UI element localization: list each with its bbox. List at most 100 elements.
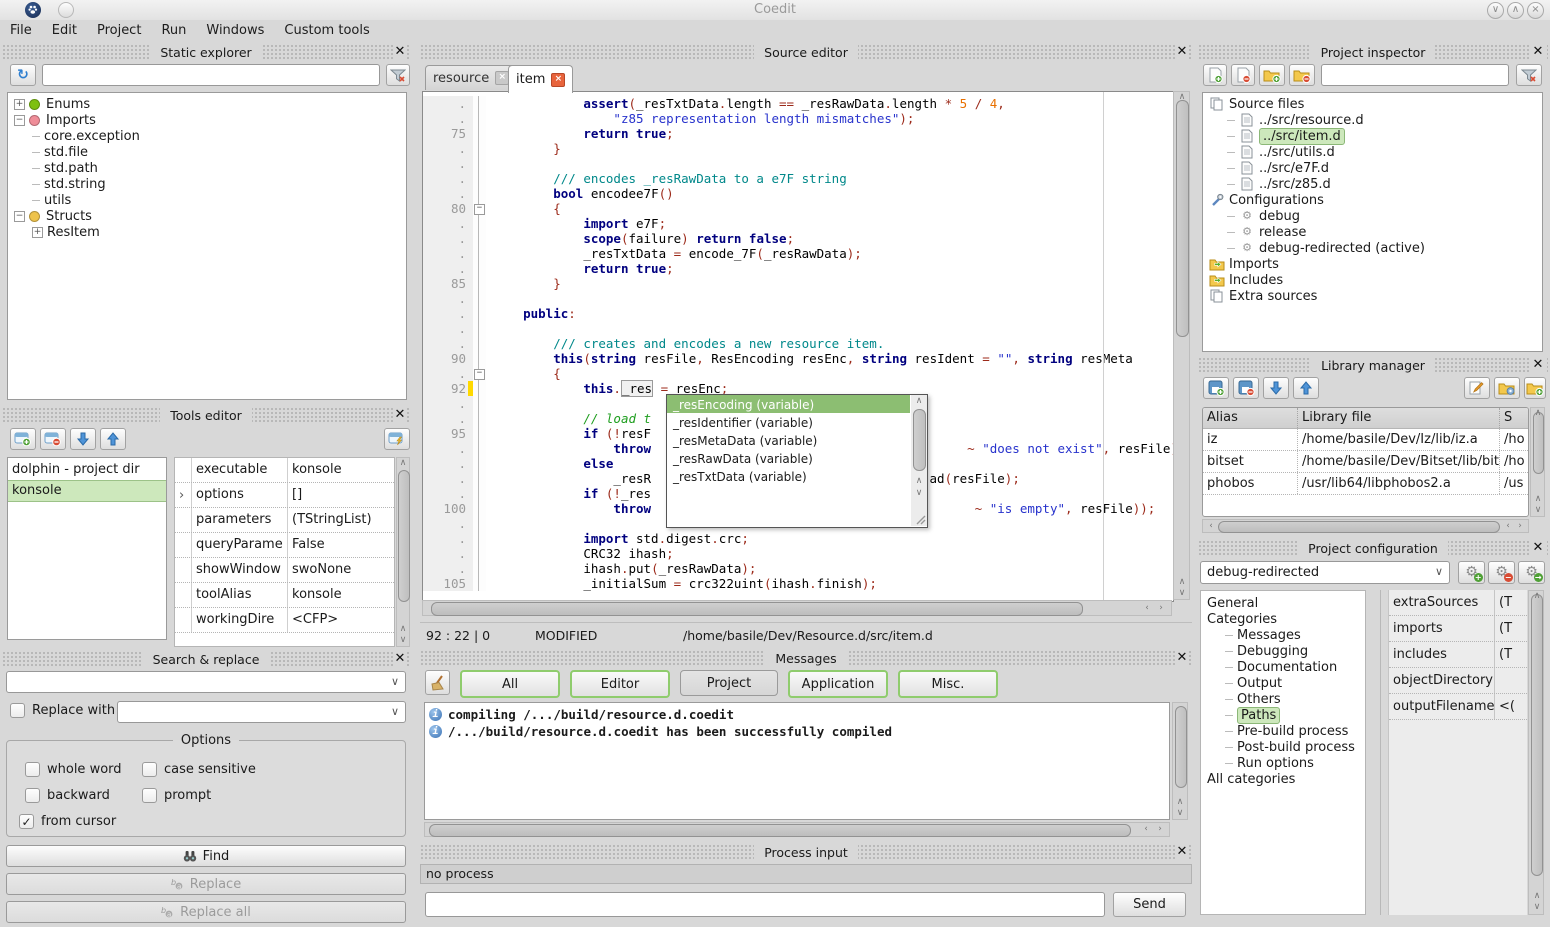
completion-item[interactable]: _resRawData (variable) (667, 449, 910, 467)
symbol-tree-item[interactable]: core.exception (8, 128, 406, 144)
property-value[interactable] (1495, 668, 1527, 693)
splitter[interactable] (1380, 590, 1381, 915)
scroll-right-icon[interactable]: › (1514, 522, 1526, 531)
config-property-row[interactable]: imports(T (1389, 616, 1527, 642)
replace-button[interactable]: ba Replace (6, 873, 406, 895)
symbol-filter-input[interactable] (42, 64, 380, 86)
fold-margin[interactable] (473, 261, 486, 276)
clone-configuration-button[interactable]: ⚙→ (1518, 561, 1545, 584)
code-line[interactable]: . _resTxtData = encode_7F(_resRawData); (423, 246, 1173, 261)
property-value[interactable]: <CFP> (288, 608, 394, 632)
filter-misc[interactable]: Misc. (898, 670, 998, 698)
project-tree-item[interactable]: ⚙release (1203, 224, 1542, 240)
tool-property-row[interactable]: workingDire<CFP> (175, 608, 394, 633)
message-row[interactable]: icompiling /.../build/resource.d.coedit (429, 706, 1169, 723)
editor-vscrollbar[interactable]: ∧ ∧ ∨ (1173, 91, 1190, 600)
scrollbar-thumb[interactable] (431, 602, 1083, 616)
config-property-row[interactable]: objectDirectory (1389, 668, 1527, 694)
library-vscrollbar[interactable]: ∧ ∧ ∨ (1530, 407, 1545, 517)
fold-margin[interactable] (473, 306, 486, 321)
replace-combo[interactable]: ∨ (117, 701, 406, 723)
backward-checkbox[interactable] (25, 788, 40, 803)
property-value[interactable]: konsole (288, 458, 394, 482)
fold-margin[interactable] (473, 471, 486, 486)
fold-margin[interactable] (473, 276, 486, 291)
code-line[interactable]: . import e7F; (423, 216, 1173, 231)
clear-filter-button[interactable] (386, 64, 410, 86)
category-item[interactable]: Pre-build process (1201, 723, 1365, 739)
add-library-folder-button[interactable] (1524, 377, 1546, 399)
chevron-down-icon[interactable]: ∨ (1435, 565, 1443, 578)
from-cursor-checkbox[interactable]: ✓ (19, 814, 34, 829)
scrollbar-thumb[interactable] (1175, 706, 1187, 788)
completion-item[interactable]: _resTxtData (variable) (667, 467, 910, 485)
project-tree-item[interactable]: ../src/item.d (1203, 128, 1542, 144)
replace-with-toggle[interactable]: Replace with (10, 703, 115, 718)
column-header[interactable]: Library file (1298, 408, 1500, 428)
scroll-down-icon[interactable]: ∨ (1532, 506, 1544, 515)
scroll-down-icon[interactable]: ∨ (1174, 809, 1186, 818)
completion-item[interactable]: _resMetaData (variable) (667, 431, 910, 449)
close-panel-icon[interactable]: ✕ (393, 407, 407, 423)
tab-item[interactable]: item × (508, 65, 573, 93)
remove-source-button[interactable] (1231, 64, 1255, 86)
code-line[interactable]: 90 this(string resFile, ResEncoding resE… (423, 351, 1173, 366)
code-line[interactable]: . return true; (423, 261, 1173, 276)
column-header[interactable]: S (1500, 408, 1529, 428)
fold-margin[interactable] (473, 576, 486, 591)
scroll-left-icon[interactable]: ‹ (1502, 522, 1514, 531)
code-line[interactable]: . scope(failure) return false; (423, 231, 1173, 246)
property-value[interactable]: (T (1495, 616, 1527, 641)
scroll-right-icon[interactable]: › (1155, 604, 1167, 613)
code-line[interactable]: . (423, 156, 1173, 171)
close-panel-icon[interactable]: ✕ (393, 44, 407, 60)
search-input[interactable] (6, 671, 406, 693)
code-line[interactable]: . /// encodes _resRawData to a e7F strin… (423, 171, 1173, 186)
fold-collapse-icon[interactable]: − (474, 204, 485, 215)
property-value[interactable]: (T (1495, 590, 1527, 615)
fold-margin[interactable] (473, 381, 486, 396)
category-item[interactable]: Debugging (1201, 643, 1365, 659)
code-line[interactable]: .− { (423, 366, 1173, 381)
close-panel-icon[interactable]: ✕ (393, 651, 407, 667)
library-row[interactable]: phobos/usr/lib64/libphobos2.a/us (1203, 473, 1528, 495)
tool-property-row[interactable]: showWindowswoNone (175, 558, 394, 583)
fold-margin[interactable] (473, 561, 486, 576)
scroll-up-icon[interactable]: ∧ (397, 459, 409, 468)
property-value[interactable]: <( (1495, 694, 1527, 719)
case-sensitive-checkbox[interactable] (142, 762, 157, 777)
property-value[interactable]: (TStringList) (288, 508, 394, 532)
code-line[interactable]: . /// creates and encodes a new resource… (423, 336, 1173, 351)
filter-all[interactable]: All (460, 670, 560, 698)
category-item[interactable]: Post-build process (1201, 739, 1365, 755)
remove-folder-button[interactable] (1289, 64, 1315, 86)
fold-margin[interactable] (473, 456, 486, 471)
fold-margin[interactable] (473, 126, 486, 141)
completion-item[interactable]: _resIdentifier (variable) (667, 413, 910, 431)
code-line[interactable]: 75 return true; (423, 126, 1173, 141)
fold-margin[interactable] (473, 186, 486, 201)
scrollbar-thumb[interactable] (1533, 412, 1544, 474)
option-from-cursor[interactable]: ✓from cursor (19, 814, 116, 829)
fold-margin[interactable] (473, 411, 486, 426)
add-folder-button[interactable] (1259, 64, 1285, 86)
scroll-up-icon[interactable]: ∧ (1531, 892, 1543, 901)
replace-all-button[interactable]: ba Replace all (6, 901, 406, 923)
remove-library-button[interactable] (1233, 377, 1259, 399)
fold-margin[interactable] (473, 321, 486, 336)
scroll-up-icon[interactable]: ∧ (1174, 798, 1186, 807)
project-tree-item[interactable]: ../src/resource.d (1203, 112, 1542, 128)
scroll-up-icon[interactable]: ∧ (1532, 495, 1544, 504)
filter-project[interactable]: Project (680, 670, 778, 696)
category-item[interactable]: Documentation (1201, 659, 1365, 675)
scrollbar-thumb[interactable] (1176, 100, 1189, 337)
close-tab-icon[interactable]: × (551, 73, 565, 87)
option-case-sensitive[interactable]: case sensitive (142, 762, 256, 777)
project-tree-item[interactable]: ../src/e7F.d (1203, 160, 1542, 176)
prompt-checkbox[interactable] (142, 788, 157, 803)
project-tree-item[interactable]: Includes (1203, 272, 1542, 288)
code-line[interactable]: . bool encodee7F() (423, 186, 1173, 201)
property-value[interactable]: [] (288, 483, 394, 507)
code-line[interactable]: . CRC32 ihash; (423, 546, 1173, 561)
menu-file[interactable]: File (0, 20, 42, 38)
